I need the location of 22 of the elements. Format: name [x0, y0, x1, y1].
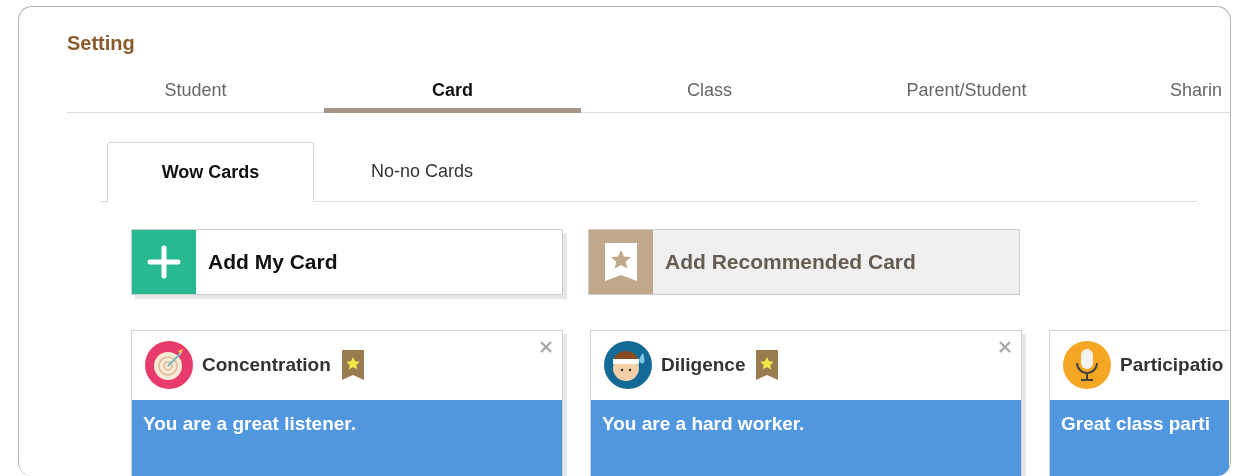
card-message: You are a great listener.: [143, 412, 356, 434]
target-icon: [145, 341, 193, 389]
bookmark-star-icon: [605, 242, 637, 281]
sub-tab[interactable]: Wow Cards: [107, 141, 314, 202]
microphone-icon: [1063, 341, 1111, 389]
close-button[interactable]: [999, 340, 1011, 353]
card-title: Concentration: [202, 354, 331, 376]
tab[interactable]: Student: [67, 68, 324, 113]
card-title: Diligence: [661, 354, 746, 376]
card-message: Great class parti: [1061, 412, 1210, 434]
tab[interactable]: Class: [581, 68, 838, 113]
close-button[interactable]: [540, 340, 552, 353]
plus-icon: [147, 244, 181, 279]
card-message: You are a hard worker.: [602, 412, 805, 434]
add-recommended-button[interactable]: Add Recommended Card: [588, 228, 1020, 295]
page-title: Setting: [67, 32, 136, 56]
boy-face-icon: [604, 341, 652, 389]
tab[interactable]: Sharin: [1095, 68, 1230, 113]
tab[interactable]: Card: [324, 68, 581, 113]
sub-tab[interactable]: No-no Cards: [314, 141, 530, 201]
tab[interactable]: Parent/Student: [838, 68, 1095, 113]
card-title: Participatio: [1120, 354, 1224, 376]
